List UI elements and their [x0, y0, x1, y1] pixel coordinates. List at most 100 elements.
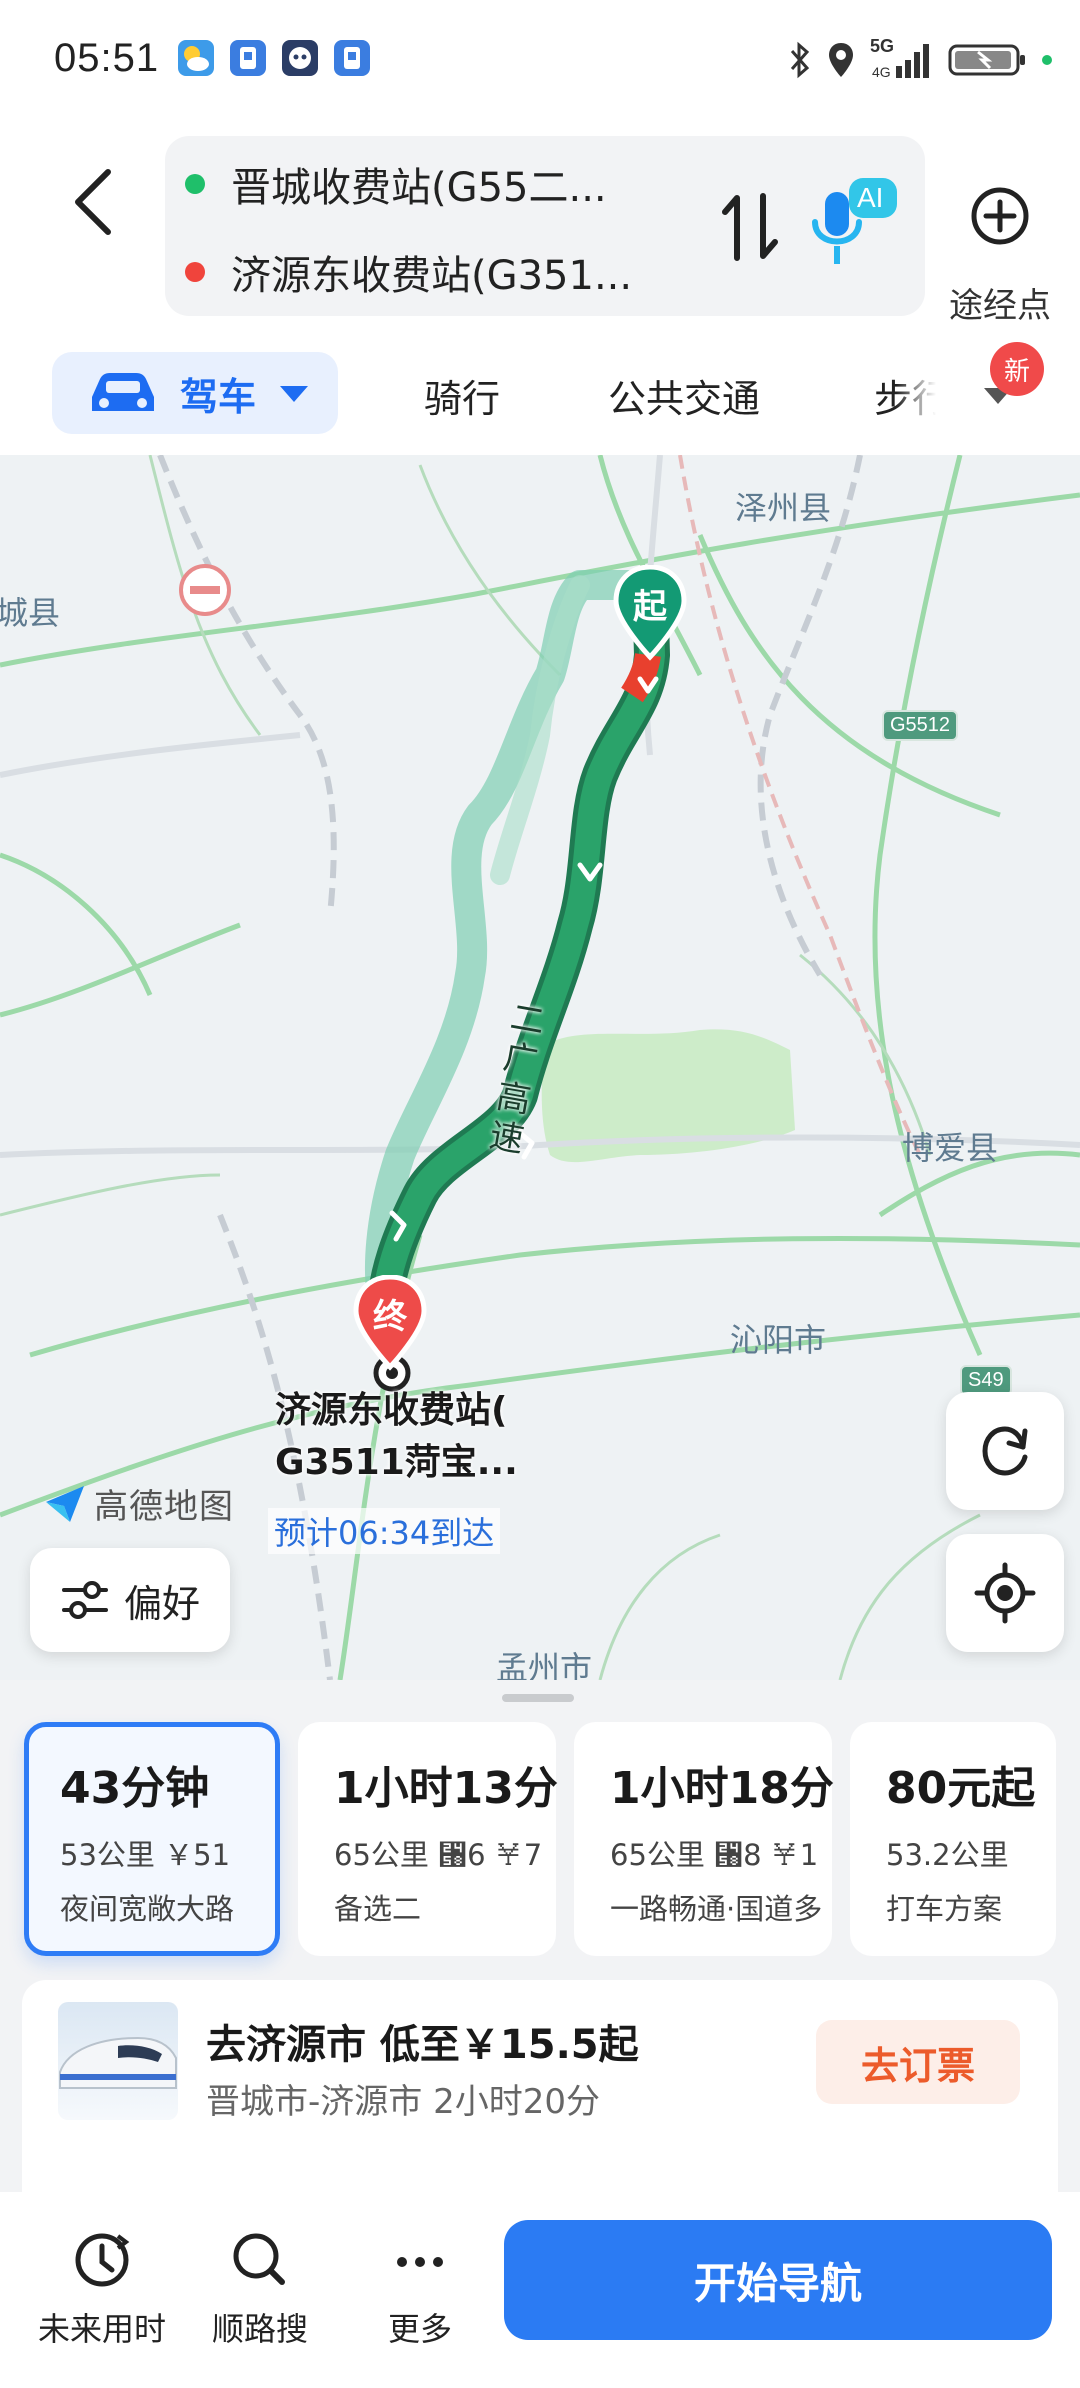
clock-history-icon [75, 2233, 130, 2287]
start-marker[interactable]: 起 [612, 564, 688, 665]
train-subtitle: 晋城市-济源市 2小时20分 [206, 2082, 600, 2122]
refresh-icon [982, 1426, 1028, 1476]
tab-ride[interactable]: 骑行 [424, 368, 500, 423]
status-bar: 05:51 5G 4G [0, 0, 1080, 120]
map-label-mengzhou: 孟州市 [496, 1649, 593, 1680]
more-dots-icon [397, 2257, 443, 2267]
status-indicators: 5G 4G [788, 36, 1052, 82]
preference-label: 偏好 [123, 1581, 200, 1626]
route-meta: 53.2公里 [886, 1838, 1009, 1872]
start-location-text: 晋城收费站(G55二... [231, 165, 607, 211]
refresh-button[interactable] [946, 1392, 1064, 1510]
amap-logo-icon [46, 1486, 84, 1522]
route-time: 43分钟 [60, 1763, 210, 1814]
tab-drive[interactable]: 驾车 [52, 352, 338, 434]
notification-dot [1042, 55, 1052, 65]
map-label-boai: 博爱县 [902, 1129, 999, 1167]
start-dot [185, 174, 205, 194]
weather-icon [178, 40, 214, 76]
svg-text:4G: 4G [872, 64, 891, 80]
route-tag: 一路畅通·国道多 [610, 1892, 823, 1926]
end-marker-label: 终 [373, 1297, 407, 1337]
high-speed-train-icon [59, 2036, 177, 2089]
battery-icon [948, 44, 1025, 76]
network-indicator: 5G 4G [870, 36, 934, 80]
map-label-qinyang: 沁阳市 [730, 1321, 827, 1359]
train-image [58, 2002, 178, 2120]
train-title: 去济源市 低至￥15.5起 [206, 2022, 639, 2068]
tab-drive-label: 驾车 [180, 374, 257, 419]
route-option-3[interactable]: 1小时18分 65公里 ⑘8 ￥1 一路畅通·国道多 [574, 1722, 834, 1956]
route-input-box: 晋城收费站(G55二... 济源东收费站(G351... AI [165, 136, 925, 316]
end-dot [185, 262, 205, 282]
start-location-field[interactable]: 晋城收费站(G55二... [185, 144, 785, 224]
destination-name-line2: G3511菏宝... [275, 1442, 518, 1483]
end-location-text: 济源东收费站(G351... [231, 253, 633, 299]
route-tag: 备选二 [334, 1892, 422, 1926]
route-tag: 夜间宽敞大路 [60, 1892, 235, 1926]
preference-button[interactable]: 偏好 [30, 1548, 230, 1652]
app-icon [230, 40, 266, 76]
route-time: 80元起 [886, 1763, 1036, 1814]
start-navigation-button[interactable]: 开始导航 [504, 2220, 1052, 2340]
brand-name: 高德地图 [94, 1486, 234, 1527]
tab-walk-clip: 步行 [874, 368, 936, 428]
route-option-1[interactable]: 43分钟 53公里 ￥51 夜间宽敞大路 [24, 1722, 280, 1956]
map-label-cheng: 城县 [0, 594, 61, 632]
filter-sliders-icon [61, 1581, 108, 1619]
tab-walk-fade [896, 368, 936, 428]
start-marker-label: 起 [633, 587, 667, 627]
end-location-field[interactable]: 济源东收费站(G351... [185, 232, 785, 312]
add-circle-icon [971, 187, 1029, 245]
destination-label[interactable]: 济源东收费站( G3511菏宝... [275, 1385, 518, 1489]
more-label: 更多 [387, 2310, 452, 2348]
route-tag: 打车方案 [886, 1892, 1003, 1926]
train-ticket-card[interactable]: 去济源市 低至￥15.5起 晋城市-济源市 2小时20分 去订票 [22, 1980, 1058, 2192]
microphone-icon [812, 178, 897, 264]
more-button[interactable]: 更多 [350, 2220, 490, 2360]
app-icon [282, 40, 318, 76]
locate-button[interactable] [946, 1534, 1064, 1652]
swap-button[interactable] [715, 190, 785, 264]
sheet-grabber[interactable] [502, 1694, 574, 1702]
screen: 05:51 5G 4G 晋城收费站(G55二... 济源东收费站(G351...… [0, 0, 1080, 2388]
app-icon [334, 40, 370, 76]
car-icon [92, 373, 154, 411]
route-time: 1小时13分 [334, 1763, 558, 1814]
route-time: 1小时18分 [610, 1763, 834, 1814]
route-header: 晋城收费站(G55二... 济源东收费站(G351... AI 途经点 驾车 骑… [0, 120, 1080, 455]
bluetooth-icon [790, 41, 810, 79]
route-sheet: 43分钟 53公里 ￥51 夜间宽敞大路 1小时13分 65公里 ⑘6 ￥7 备… [0, 1680, 1080, 2192]
new-badge: 新 [990, 342, 1044, 396]
swap-icon [722, 193, 778, 261]
bottom-action-bar: 未来用时 顺路搜 更多 开始导航 [0, 2192, 1080, 2388]
route-meta: 53公里 ￥51 [60, 1838, 231, 1872]
location-icon [829, 43, 853, 77]
route-meta: 65公里 ⑘6 ￥7 [334, 1838, 543, 1872]
future-time-button[interactable]: 未来用时 [32, 2220, 172, 2360]
back-button[interactable] [60, 150, 130, 250]
signal-icon: 4G [872, 44, 929, 80]
tab-transit[interactable]: 公共交通 [608, 368, 760, 423]
ai-voice-button[interactable]: AI [805, 170, 905, 280]
chevron-down-icon [280, 386, 309, 402]
map-brand: 高德地图 [42, 1478, 234, 1528]
search-along-button[interactable]: 顺路搜 [190, 2220, 330, 2360]
map-label-zezhou: 泽州县 [735, 489, 832, 527]
ai-badge: AI [857, 182, 884, 213]
route-option-2[interactable]: 1小时13分 65公里 ⑘6 ￥7 备选二 [298, 1722, 558, 1956]
book-ticket-button[interactable]: 去订票 [816, 2020, 1020, 2104]
travel-mode-tabs: 驾车 骑行 公共交通 步行 新 [0, 342, 1080, 442]
route-option-taxi[interactable]: 80元起 53.2公里 打车方案 [850, 1722, 1056, 1956]
end-marker[interactable]: 终 [352, 1274, 428, 1375]
destination-name-line1: 济源东收费站( [275, 1390, 508, 1431]
search-along-label: 顺路搜 [211, 2310, 308, 2348]
route-meta: 65公里 ⑘8 ￥1 [610, 1838, 819, 1872]
back-arrow-icon [75, 169, 111, 235]
locate-icon [974, 1562, 1036, 1624]
waypoint-label: 途经点 [949, 286, 1051, 326]
future-time-label: 未来用时 [37, 2310, 166, 2348]
highway-badge-g5512: G5512 [882, 710, 959, 741]
add-waypoint-button[interactable]: 途经点 [935, 160, 1065, 326]
status-time: 05:51 [54, 36, 160, 80]
